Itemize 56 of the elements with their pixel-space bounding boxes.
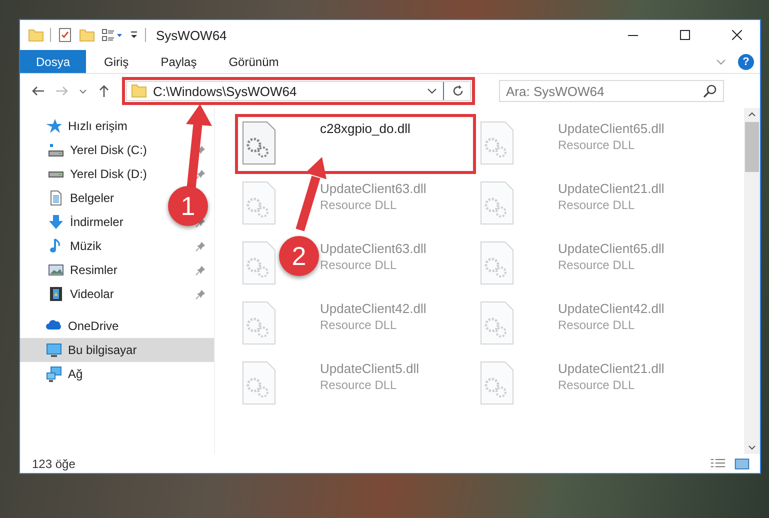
address-path: C:\Windows\SysWOW64: [153, 84, 298, 98]
dropdown-caret-icon[interactable]: [427, 86, 437, 96]
expand-ribbon-icon[interactable]: [716, 56, 726, 66]
drive-icon: [48, 170, 64, 178]
ribbon-tab[interactable]: Dosya: [20, 50, 86, 73]
checklist-icon[interactable]: [57, 27, 73, 43]
help-button[interactable]: ?: [738, 54, 754, 70]
dll-file-icon[interactable]: [242, 121, 276, 165]
network-icon: [46, 366, 62, 382]
file-name[interactable]: c28xgpio_do.dll: [320, 121, 410, 136]
file-type: Resource DLL: [558, 378, 636, 392]
sidebar-item[interactable]: Ağ: [68, 367, 83, 381]
file-type: Resource DLL: [320, 378, 398, 392]
drive-icon: [48, 142, 64, 158]
ribbon-tab[interactable]: Paylaş: [146, 50, 211, 73]
file-type: Resource DLL: [320, 258, 398, 272]
sidebar-item[interactable]: Videolar: [70, 287, 114, 301]
item-count: 123 öğe: [32, 456, 76, 470]
maximize-icon: [680, 30, 690, 40]
folder-icon[interactable]: [28, 27, 44, 43]
file-type: Resource DLL: [320, 198, 398, 212]
sidebar-item[interactable]: Hızlı erişim: [68, 119, 128, 133]
address-bar[interactable]: C:\Windows\SysWOW64: [126, 81, 471, 101]
computer-icon: [46, 342, 62, 358]
sidebar-item[interactable]: Müzik: [70, 239, 102, 253]
folder-icon[interactable]: [79, 27, 95, 43]
sidebar-item[interactable]: Belgeler: [70, 191, 114, 205]
star-icon: [46, 118, 62, 134]
search-icon[interactable]: [702, 83, 718, 99]
sidebar-item[interactable]: Resimler: [70, 263, 118, 277]
folder-icon: [131, 83, 147, 99]
picture-icon: [48, 262, 64, 278]
large-icons-view-icon[interactable]: [734, 456, 750, 472]
file-type: Resource DLL: [558, 138, 636, 152]
close-icon: [732, 30, 742, 40]
minimize-icon: [628, 34, 638, 36]
search-field[interactable]: Ara: SysWOW64: [499, 80, 724, 102]
file-type: Resource DLL: [558, 318, 636, 332]
sidebar-item[interactable]: Yerel Disk (D:): [70, 167, 147, 181]
properties-icon[interactable]: [101, 27, 123, 43]
document-icon: [48, 190, 64, 206]
download-arrow-icon: [48, 214, 64, 230]
file-type: Resource DLL: [320, 318, 398, 332]
scroll-thumb[interactable]: [745, 122, 759, 172]
sidebar-item[interactable]: Yerel Disk (C:): [70, 143, 147, 157]
ribbon-tab[interactable]: Görünüm: [214, 50, 293, 73]
window-title: SysWOW64: [156, 28, 227, 42]
film-icon: [48, 286, 64, 302]
customize-caret-icon[interactable]: [129, 30, 139, 40]
scrollbar[interactable]: [744, 108, 760, 454]
file-type: Resource DLL: [558, 258, 636, 272]
ribbon-tab[interactable]: Giriş: [90, 50, 143, 73]
file-type: Resource DLL: [558, 198, 636, 212]
sidebar-item[interactable]: OneDrive: [68, 319, 119, 333]
sidebar-item[interactable]: İndirmeler: [70, 215, 124, 229]
sidebar-item[interactable]: Bu bilgisayar: [68, 343, 137, 357]
